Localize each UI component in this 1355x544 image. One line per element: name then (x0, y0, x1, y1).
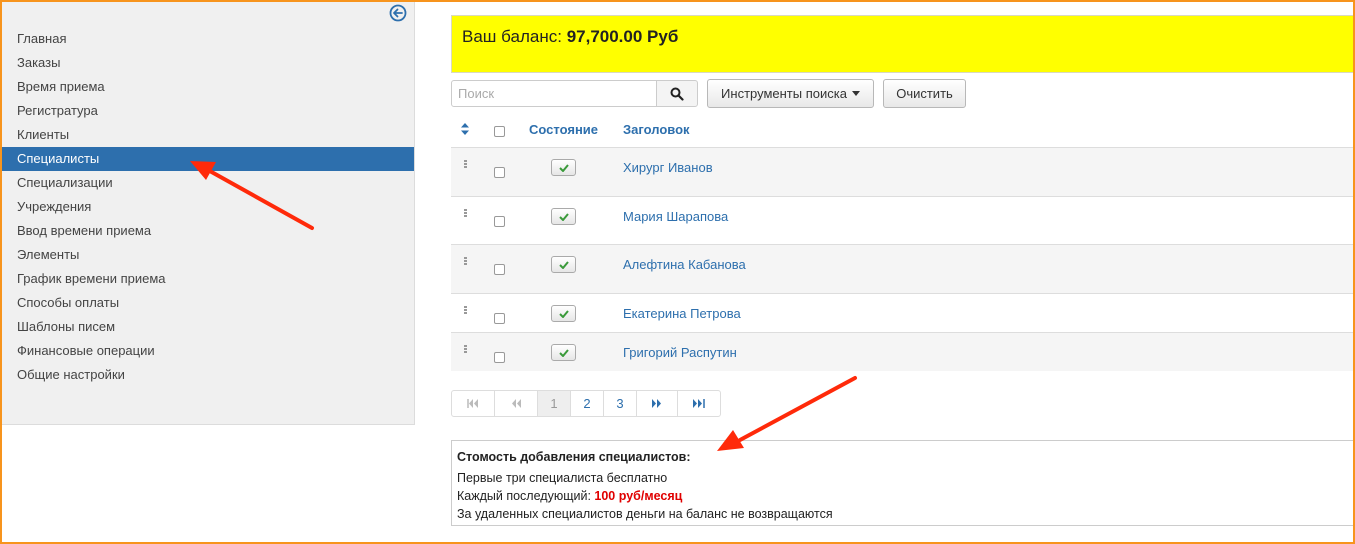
sidebar-item-specialists[interactable]: Специалисты (2, 147, 414, 171)
check-icon (558, 348, 569, 357)
balance-banner: Ваш баланс: 97,700.00 Руб (451, 15, 1355, 73)
next-page-icon[interactable] (637, 391, 678, 416)
clear-label: Очистить (896, 86, 953, 101)
pricing-line-free: Первые три специалиста бесплатно (457, 471, 668, 485)
clear-button[interactable]: Очистить (883, 79, 966, 108)
status-toggle-button[interactable] (551, 344, 576, 361)
pricing-heading: Стомость добавления специалистов: (457, 450, 691, 464)
check-icon (558, 212, 569, 221)
sidebar-item-time-entry[interactable]: Ввод времени приема (2, 219, 414, 243)
page-1-button[interactable]: 1 (538, 391, 571, 416)
sidebar: Главная Заказы Время приема Регистратура… (2, 2, 415, 425)
sidebar-item-schedule[interactable]: График времени приема (2, 267, 414, 291)
last-page-icon[interactable] (678, 391, 720, 416)
sidebar-item-institutions[interactable]: Учреждения (2, 195, 414, 219)
balance-label: Ваш баланс: (462, 27, 562, 46)
pricing-info-box: Стомость добавления специалистов: Первые… (451, 440, 1355, 526)
sidebar-item-email-templates[interactable]: Шаблоны писем (2, 315, 414, 339)
search-icon (670, 87, 684, 101)
table-row: Екатерина Петрова (451, 294, 1355, 333)
search-tools-button[interactable]: Инструменты поиска (707, 79, 874, 108)
row-title-link[interactable]: Екатерина Петрова (623, 306, 741, 321)
pricing-paid-prefix: Каждый последующий: (457, 489, 591, 503)
drag-handle-icon[interactable] (464, 257, 467, 266)
circle-arrow-left-icon[interactable] (389, 4, 407, 22)
table-row: Хирург Иванов (451, 148, 1355, 197)
column-header-status[interactable]: Состояние (529, 122, 598, 137)
row-title-link[interactable]: Алефтина Кабанова (623, 257, 746, 272)
drag-handle-icon[interactable] (464, 345, 467, 354)
drag-handle-icon[interactable] (464, 160, 467, 169)
balance-amount: 97,700.00 Руб (566, 27, 679, 46)
sidebar-item-elements[interactable]: Элементы (2, 243, 414, 267)
table-row: Григорий Распутин (451, 333, 1355, 371)
status-toggle-button[interactable] (551, 256, 576, 273)
drag-handle-icon[interactable] (464, 209, 467, 218)
pricing-line-refund: За удаленных специалистов деньги на бала… (457, 507, 833, 521)
status-toggle-button[interactable] (551, 305, 576, 322)
row-checkbox[interactable] (494, 264, 505, 275)
table-row: Алефтина Кабанова (451, 245, 1355, 294)
pagination: 1 2 3 (451, 390, 721, 417)
pricing-line-paid: Каждый последующий: 100 руб/месяц (457, 487, 1350, 505)
check-icon (558, 163, 569, 172)
column-header-title[interactable]: Заголовок (623, 122, 690, 137)
row-checkbox[interactable] (494, 313, 505, 324)
row-title-link[interactable]: Григорий Распутин (623, 345, 737, 360)
sort-icon[interactable] (461, 123, 469, 135)
select-all-checkbox[interactable] (494, 126, 505, 137)
sidebar-item-payment-methods[interactable]: Способы оплаты (2, 291, 414, 315)
check-icon (558, 309, 569, 318)
row-checkbox[interactable] (494, 216, 505, 227)
sidebar-item-appointment-time[interactable]: Время приема (2, 75, 414, 99)
sidebar-item-clients[interactable]: Клиенты (2, 123, 414, 147)
sidebar-item-finance[interactable]: Финансовые операции (2, 339, 414, 363)
status-toggle-button[interactable] (551, 208, 576, 225)
search-input[interactable] (451, 80, 657, 107)
sidebar-menu: Главная Заказы Время приема Регистратура… (2, 27, 414, 387)
pricing-paid-price: 100 руб/месяц (594, 489, 683, 503)
drag-handle-icon[interactable] (464, 306, 467, 315)
sidebar-item-settings[interactable]: Общие настройки (2, 363, 414, 387)
row-title-link[interactable]: Мария Шарапова (623, 209, 728, 224)
sidebar-item-home[interactable]: Главная (2, 27, 414, 51)
status-toggle-button[interactable] (551, 159, 576, 176)
table-header: Состояние Заголовок (451, 115, 1355, 148)
caret-down-icon (851, 91, 860, 96)
check-icon (558, 260, 569, 269)
row-checkbox[interactable] (494, 167, 505, 178)
page-3-button[interactable]: 3 (604, 391, 637, 416)
table-row: Мария Шарапова (451, 197, 1355, 245)
first-page-icon[interactable] (452, 391, 495, 416)
balance-text: Ваш баланс: 97,700.00 Руб (462, 27, 678, 47)
sidebar-item-orders[interactable]: Заказы (2, 51, 414, 75)
search-tools-label: Инструменты поиска (721, 86, 847, 101)
row-checkbox[interactable] (494, 352, 505, 363)
sidebar-item-specializations[interactable]: Специализации (2, 171, 414, 195)
row-title-link[interactable]: Хирург Иванов (623, 160, 713, 175)
prev-page-icon[interactable] (495, 391, 538, 416)
sidebar-item-registry[interactable]: Регистратура (2, 99, 414, 123)
search-button[interactable] (656, 80, 698, 107)
page-2-button[interactable]: 2 (571, 391, 604, 416)
